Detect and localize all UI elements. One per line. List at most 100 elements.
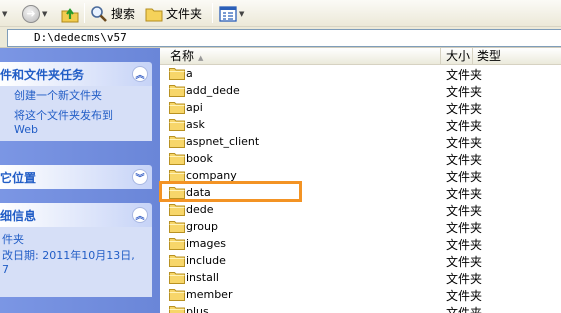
column-type[interactable]: 类型 — [473, 48, 561, 65]
details-type: 件夹 — [2, 233, 24, 246]
file-row[interactable]: add_dede 文件夹 — [160, 82, 561, 99]
file-row[interactable]: book 文件夹 — [160, 150, 561, 167]
column-size-label: 大小 — [445, 49, 470, 63]
file-name: member — [186, 288, 233, 301]
folder-icon — [169, 221, 185, 233]
details-title: 细信息 — [0, 208, 37, 223]
file-folder-tasks-body: 创建一个新文件夹 将这个文件夹发布到 Web — [0, 86, 152, 141]
up-folder-button[interactable] — [60, 3, 80, 24]
file-type: 文件夹 — [446, 119, 483, 133]
folder-icon — [169, 204, 185, 216]
file-type: 文件夹 — [446, 238, 483, 252]
file-name: book — [186, 152, 213, 165]
file-type: 文件夹 — [446, 170, 483, 184]
details-modified: 改日期: 2011年10月13日, — [2, 249, 135, 262]
folder-icon — [169, 102, 185, 114]
details-panel: 细信息 ︽ 件夹 改日期: 2011年10月13日, 7 — [0, 203, 152, 297]
file-row[interactable]: member 文件夹 — [160, 286, 561, 303]
expand-icon[interactable]: ︾ — [132, 169, 148, 185]
folder-icon — [169, 289, 185, 301]
file-row[interactable]: a 文件夹 — [160, 65, 561, 82]
file-type: 文件夹 — [446, 272, 483, 286]
folder-icon — [169, 119, 185, 131]
other-places-title: 它位置 — [0, 170, 37, 185]
file-type: 文件夹 — [446, 102, 483, 116]
file-type: 文件夹 — [446, 289, 483, 303]
file-type: 文件夹 — [446, 221, 483, 235]
task-pane: 件和文件夹任务 ︽ 创建一个新文件夹 将这个文件夹发布到 Web 它位置 ︾ 细… — [0, 48, 160, 313]
other-places-header[interactable]: 它位置 ︾ — [0, 165, 152, 189]
collapse-icon[interactable]: ︽ — [132, 207, 148, 223]
file-row[interactable]: aspnet_client 文件夹 — [160, 133, 561, 150]
task-publish-web-line1: 将这个文件夹发布到 — [14, 109, 113, 122]
file-name: aspnet_client — [186, 135, 260, 148]
folder-icon — [169, 153, 185, 165]
back-dropdown-button[interactable]: ▼ — [0, 3, 7, 24]
toolbar: ▼ ➜ ▼ 搜索 文件夹 ▼ — [0, 0, 561, 27]
folders-button[interactable]: 文件夹 — [145, 3, 202, 24]
file-name: include — [186, 254, 226, 267]
file-type: 文件夹 — [446, 187, 483, 201]
file-row[interactable]: api 文件夹 — [160, 99, 561, 116]
file-name: a — [186, 67, 193, 80]
views-icon — [219, 5, 237, 22]
column-size[interactable]: 大小 — [441, 48, 473, 65]
task-publish-web[interactable]: 将这个文件夹发布到 Web — [2, 109, 150, 137]
folder-icon — [169, 306, 185, 313]
folder-icon — [169, 68, 185, 80]
forward-button[interactable]: ➜ ▼ — [22, 3, 47, 24]
file-list: 名称 ▲ 大小 类型 a 文件夹 add_dede 文件夹 api 文件夹 ask 文件夹 asp… — [160, 48, 561, 313]
file-row[interactable]: include 文件夹 — [160, 252, 561, 269]
task-publish-web-line2: Web — [14, 123, 38, 136]
task-new-folder[interactable]: 创建一个新文件夹 — [2, 89, 150, 103]
address-bar: D:\dedecms\v57 — [0, 27, 561, 48]
file-type: 文件夹 — [446, 68, 483, 82]
file-row[interactable]: install 文件夹 — [160, 269, 561, 286]
folder-icon — [145, 8, 163, 21]
file-type: 文件夹 — [446, 306, 483, 313]
folder-icon — [169, 255, 185, 267]
sort-up-icon: ▲ — [198, 54, 204, 62]
folder-icon — [169, 272, 185, 284]
folder-icon — [169, 85, 185, 97]
file-type: 文件夹 — [446, 255, 483, 269]
file-folder-tasks-header[interactable]: 件和文件夹任务 ︽ — [0, 62, 152, 86]
search-icon — [91, 5, 107, 22]
file-row[interactable]: dede 文件夹 — [160, 201, 561, 218]
column-header: 名称 ▲ 大小 类型 — [160, 48, 561, 65]
folder-icon — [169, 136, 185, 148]
file-row[interactable]: images 文件夹 — [160, 235, 561, 252]
toolbar-separator — [84, 3, 85, 23]
file-row[interactable]: company 文件夹 — [160, 167, 561, 184]
file-type: 文件夹 — [446, 136, 483, 150]
address-input[interactable]: D:\dedecms\v57 — [7, 29, 561, 47]
file-type: 文件夹 — [446, 85, 483, 99]
folders-button-label: 文件夹 — [166, 7, 203, 21]
column-name[interactable]: 名称 ▲ — [160, 48, 441, 65]
file-name: add_dede — [186, 84, 240, 97]
folder-icon — [169, 238, 185, 250]
folder-icon — [169, 187, 185, 199]
file-folder-tasks-title: 件和文件夹任务 — [0, 67, 85, 82]
file-row[interactable]: group 文件夹 — [160, 218, 561, 235]
up-folder-icon — [61, 7, 79, 22]
task-publish-web-label: 将这个文件夹发布到 Web — [14, 109, 113, 137]
folder-icon — [169, 170, 185, 182]
file-row[interactable]: data 文件夹 — [160, 184, 561, 201]
views-button[interactable]: ▼ — [219, 3, 244, 24]
details-modified-cont: 7 — [2, 263, 9, 276]
forward-arrow-icon: ➜ — [22, 4, 40, 23]
collapse-icon[interactable]: ︽ — [132, 66, 148, 82]
file-row[interactable]: plus 文件夹 — [160, 303, 561, 313]
search-button-label: 搜索 — [111, 7, 136, 21]
details-header[interactable]: 细信息 ︽ — [0, 203, 152, 227]
details-body: 件夹 改日期: 2011年10月13日, 7 — [0, 227, 152, 297]
file-name: images — [186, 237, 226, 250]
file-row[interactable]: ask 文件夹 — [160, 116, 561, 133]
file-name: plus — [186, 305, 209, 313]
file-type: 文件夹 — [446, 204, 483, 218]
search-button[interactable]: 搜索 — [90, 3, 135, 24]
file-name: company — [186, 169, 237, 182]
chevron-down-icon: ▼ — [42, 9, 48, 18]
chevron-down-icon: ▼ — [2, 9, 8, 18]
